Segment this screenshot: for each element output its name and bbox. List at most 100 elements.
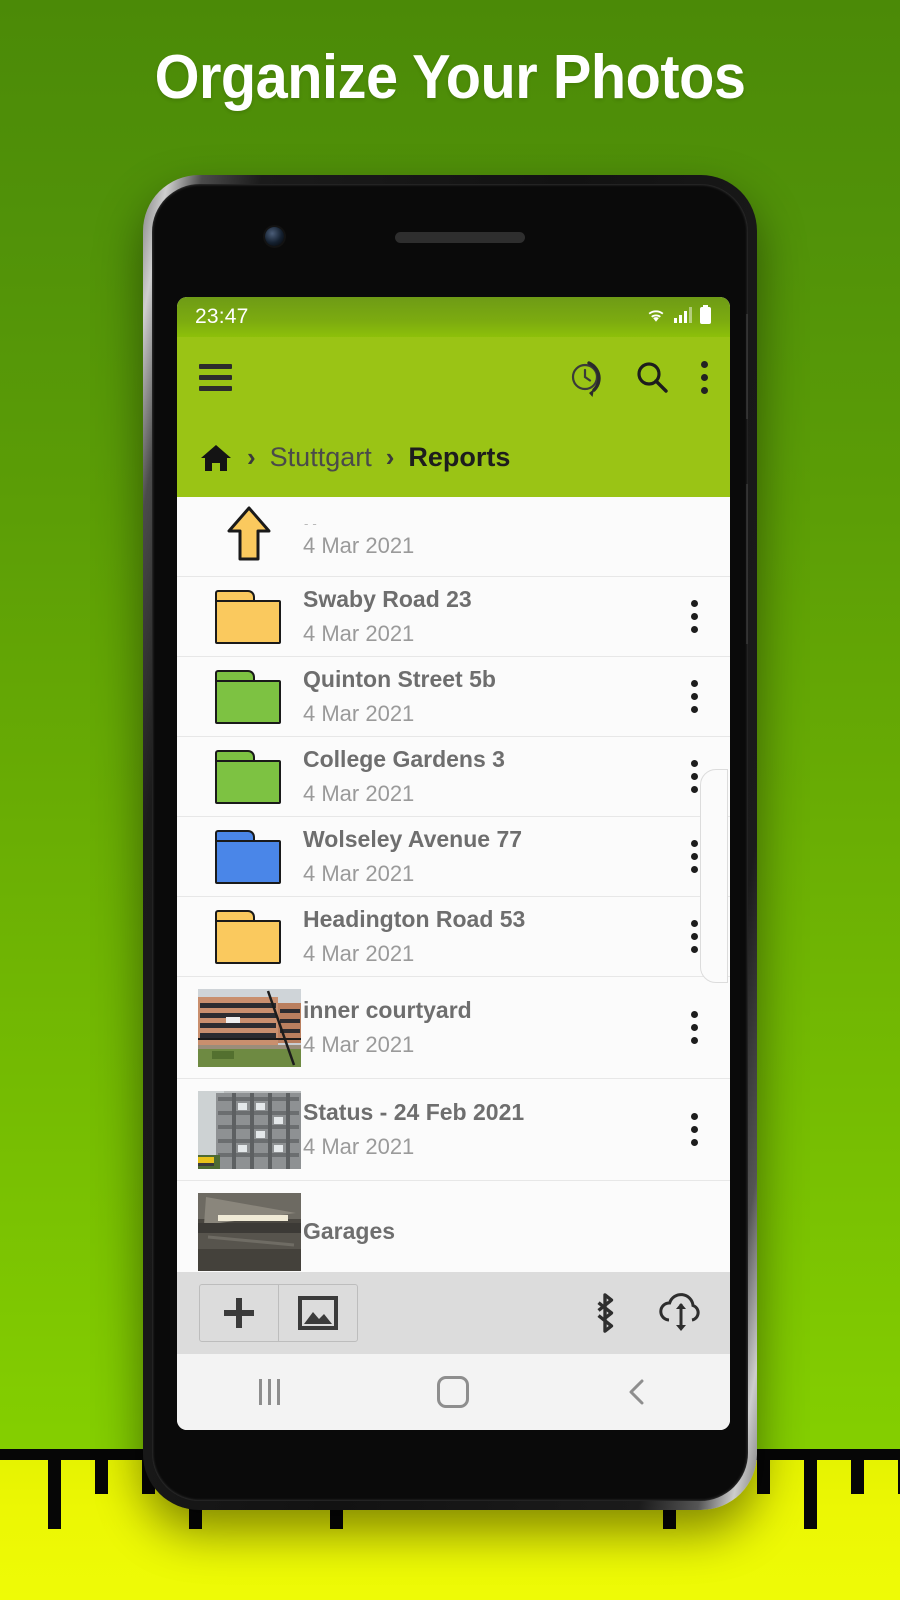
list-item-icon [195, 669, 303, 724]
status-bar: 23:47 [177, 297, 730, 337]
photo-garage-interior [197, 1192, 301, 1271]
recents-icon[interactable] [209, 1379, 329, 1405]
photo-brick-building [197, 988, 301, 1067]
ruler-tick [804, 1449, 817, 1529]
signal-icon [673, 306, 693, 329]
list-item[interactable]: Status - 24 Feb 2021 4 Mar 2021 [177, 1079, 730, 1181]
breadcrumb: › Stuttgart › Reports [177, 418, 730, 497]
folder-icon [215, 589, 283, 644]
phone-mockup: 23:47 › Stuttgart › Reports 4 Mar 2021 S… [143, 175, 757, 1510]
list-item-title: Garages [303, 1218, 396, 1244]
create-button-group [199, 1284, 358, 1342]
list-item-text: College Gardens 3 4 Mar 2021 [303, 746, 672, 807]
list-item-icon [195, 505, 303, 568]
list-item-date: 4 Mar 2021 [303, 701, 415, 726]
back-icon[interactable] [578, 1377, 698, 1407]
search-icon[interactable] [633, 359, 671, 397]
list-item-text: Quinton Street 5b 4 Mar 2021 [303, 666, 672, 727]
list-item-date: 4 Mar 2021 [303, 861, 415, 886]
wifi-icon [645, 306, 667, 329]
gallery-icon[interactable] [278, 1285, 357, 1341]
list-item[interactable]: Headington Road 53 4 Mar 2021 [177, 897, 730, 977]
list-item-title: inner courtyard [303, 997, 472, 1023]
list-item-overflow-menu-icon[interactable] [672, 680, 716, 713]
list-item-icon [195, 1192, 303, 1271]
photo-construction-site [197, 1090, 301, 1169]
status-icons [645, 304, 712, 330]
cloud-sync-icon[interactable] [656, 1291, 708, 1335]
front-camera-icon [265, 227, 284, 246]
list-item-title: .. [303, 515, 672, 525]
app-bar [177, 337, 730, 418]
list-item-overflow-menu-icon[interactable] [672, 1011, 716, 1044]
list-item-overflow-menu-icon[interactable] [672, 1113, 716, 1146]
folder-icon [215, 749, 283, 804]
page-title: Organize Your Photos [154, 43, 746, 112]
breadcrumb-item-reports[interactable]: Reports [408, 442, 510, 473]
power-button[interactable] [746, 484, 748, 644]
list-item-text: .. 4 Mar 2021 [303, 515, 672, 559]
ruler-tick [757, 1449, 770, 1494]
hamburger-menu-icon[interactable] [199, 364, 232, 391]
folder-icon [215, 829, 283, 884]
list-item-text: Wolseley Avenue 77 4 Mar 2021 [303, 826, 672, 887]
list-item-date: 4 Mar 2021 [303, 781, 415, 806]
list-item-title: College Gardens 3 [303, 746, 505, 772]
list-item-icon [195, 749, 303, 804]
ruler-tick [851, 1449, 864, 1494]
list-item-title: Wolseley Avenue 77 [303, 826, 523, 852]
list-item-icon [195, 589, 303, 644]
list-item-date: 4 Mar 2021 [303, 941, 415, 966]
list-item-date: 4 Mar 2021 [303, 532, 415, 558]
list-item-date: 4 Mar 2021 [303, 1134, 415, 1159]
home-icon[interactable] [199, 442, 233, 474]
list-item-title: Swaby Road 23 [303, 586, 472, 612]
folder-icon [215, 909, 283, 964]
up-arrow-icon [223, 505, 275, 568]
list-item[interactable]: Wolseley Avenue 77 4 Mar 2021 [177, 817, 730, 897]
list-item-date: 4 Mar 2021 [303, 621, 415, 646]
phone-bezel: 23:47 › Stuttgart › Reports 4 Mar 2021 S… [152, 184, 748, 1501]
list-item-icon [195, 909, 303, 964]
list-item-icon [195, 829, 303, 884]
promo-screenshot: Organize Your Photos 23:47 › Stuttgart ›… [0, 0, 900, 1600]
earpiece-speaker [395, 232, 525, 243]
list-item[interactable]: Garages [177, 1181, 730, 1272]
list-item-text: Headington Road 53 4 Mar 2021 [303, 906, 672, 967]
list-item-icon [195, 1090, 303, 1169]
breadcrumb-separator-1: › [247, 442, 256, 472]
bluetooth-icon[interactable] [588, 1291, 622, 1335]
breadcrumb-item-stuttgart[interactable]: Stuttgart [270, 442, 372, 473]
list-item-text: Status - 24 Feb 2021 4 Mar 2021 [303, 1099, 672, 1160]
file-list[interactable]: ..4 Mar 2021Swaby Road 234 Mar 2021Quint… [177, 497, 730, 1272]
list-item-text: Garages [303, 1218, 672, 1245]
home-icon[interactable] [393, 1376, 513, 1408]
list-item-icon [195, 988, 303, 1067]
add-icon[interactable] [200, 1285, 278, 1341]
phone-screen: 23:47 › Stuttgart › Reports 4 Mar 2021 S… [177, 297, 730, 1430]
history-icon[interactable] [567, 357, 609, 399]
list-item-title: Headington Road 53 [303, 906, 526, 932]
android-nav-bar [177, 1354, 730, 1430]
bottom-action-bar [177, 1272, 730, 1354]
list-item-title: Status - 24 Feb 2021 [303, 1099, 525, 1125]
list-item[interactable]: inner courtyard 4 Mar 2021 [177, 977, 730, 1079]
overflow-menu-icon[interactable] [701, 361, 708, 394]
list-item[interactable]: .. 4 Mar 2021 [177, 497, 730, 577]
battery-icon [699, 304, 712, 330]
list-item-text: inner courtyard 4 Mar 2021 [303, 997, 672, 1058]
ruler-tick [95, 1449, 108, 1494]
status-time: 23:47 [195, 305, 249, 328]
ruler-tick [48, 1449, 61, 1529]
fast-scroll-handle[interactable] [700, 769, 728, 983]
volume-button[interactable] [746, 314, 748, 419]
list-item[interactable]: College Gardens 3 4 Mar 2021 [177, 737, 730, 817]
folder-icon [215, 669, 283, 724]
list-item[interactable]: Quinton Street 5b 4 Mar 2021 [177, 657, 730, 737]
list-item-overflow-menu-icon[interactable] [672, 600, 716, 633]
list-item[interactable]: Swaby Road 23 4 Mar 2021 [177, 577, 730, 657]
list-item-text: Swaby Road 23 4 Mar 2021 [303, 586, 672, 647]
list-item-title: Quinton Street 5b [303, 666, 496, 692]
breadcrumb-separator-2: › [385, 442, 395, 472]
list-item-date: 4 Mar 2021 [303, 1032, 415, 1057]
